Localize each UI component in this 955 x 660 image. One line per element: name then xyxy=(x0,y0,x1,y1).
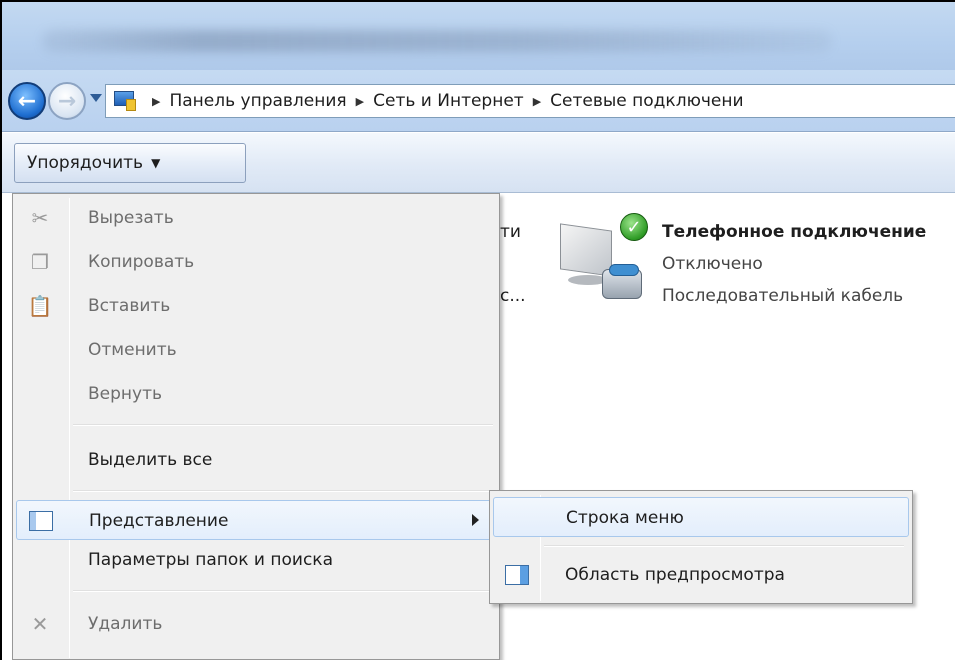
connection-device: Последовательный кабель xyxy=(662,286,904,306)
copy-icon: ❐ xyxy=(31,250,49,274)
organize-button[interactable]: Упорядочить ▼ xyxy=(14,143,246,183)
title-bar xyxy=(2,2,955,70)
menu-item-redo[interactable]: Вернуть xyxy=(16,374,496,414)
dropdown-arrow-icon: ▼ xyxy=(151,156,161,170)
connection-status: Отключено xyxy=(662,254,763,274)
window-title-blurred xyxy=(42,30,832,52)
menu-item-label: Выделить все xyxy=(88,450,213,470)
dialup-connection-icon[interactable]: ✓ xyxy=(554,211,654,311)
delete-icon: ✕ xyxy=(31,612,49,636)
menu-item-label: Копировать xyxy=(88,252,195,272)
menu-separator xyxy=(544,545,904,547)
menu-separator xyxy=(73,424,493,426)
partial-item-text: ти xyxy=(500,222,521,242)
menu-separator xyxy=(73,590,493,592)
forward-arrow-icon: → xyxy=(57,88,77,114)
menu-item-label: Удалить xyxy=(88,614,163,634)
breadcrumb-arrow-icon[interactable]: ▶ xyxy=(356,95,364,108)
menu-item-copy[interactable]: ❐ Копировать xyxy=(16,242,496,282)
scissors-icon: ✂ xyxy=(31,206,49,230)
breadcrumb-control-panel[interactable]: Панель управления xyxy=(169,91,346,111)
breadcrumb-network-connections[interactable]: Сетевые подключени xyxy=(550,91,743,111)
forward-button[interactable]: → xyxy=(48,82,86,120)
menu-item-label: Вернуть xyxy=(88,384,163,404)
menu-item-label: Представление xyxy=(89,511,229,531)
menu-separator xyxy=(73,490,493,492)
phone-icon xyxy=(602,264,642,299)
organize-label: Упорядочить xyxy=(27,153,144,173)
preview-pane-icon xyxy=(505,563,529,587)
menu-item-undo[interactable]: Отменить xyxy=(16,330,496,370)
menu-item-delete[interactable]: ✕ Удалить xyxy=(16,604,496,644)
organize-menu: ✂ Вырезать ❐ Копировать 📋 Вставить Отмен… xyxy=(12,193,500,660)
menu-item-select-all[interactable]: Выделить все xyxy=(16,440,496,480)
control-panel-icon xyxy=(112,89,138,113)
menu-item-label: Параметры папок и поиска xyxy=(88,550,333,570)
breadcrumb-network-internet[interactable]: Сеть и Интернет xyxy=(373,91,524,111)
submenu-item-preview-pane[interactable]: Область предпросмотра xyxy=(493,555,909,595)
checkmark-icon: ✓ xyxy=(620,213,648,241)
breadcrumb: ▶ Панель управления ▶ Сеть и Интернет ▶ … xyxy=(148,85,744,117)
navigation-bar: ← → ▶ Панель управления ▶ Сеть и Интерне… xyxy=(2,70,955,132)
menu-item-label: Вырезать xyxy=(88,208,174,228)
menu-item-cut[interactable]: ✂ Вырезать xyxy=(16,198,496,238)
recent-pages-dropdown[interactable] xyxy=(90,94,102,102)
menu-item-label: Область предпросмотра xyxy=(565,565,785,585)
breadcrumb-arrow-icon[interactable]: ▶ xyxy=(152,95,160,108)
address-bar[interactable]: ▶ Панель управления ▶ Сеть и Интернет ▶ … xyxy=(105,84,955,118)
menu-item-label: Вставить xyxy=(88,296,171,316)
breadcrumb-arrow-icon[interactable]: ▶ xyxy=(533,95,541,108)
connection-name[interactable]: Телефонное подключение xyxy=(662,222,926,242)
partial-item-text: с... xyxy=(500,286,526,306)
menu-item-label: Строка меню xyxy=(566,508,684,528)
back-arrow-icon: ← xyxy=(17,88,37,114)
command-bar: Упорядочить ▼ xyxy=(2,133,955,193)
menu-item-paste[interactable]: 📋 Вставить xyxy=(16,286,496,326)
menu-item-label: Отменить xyxy=(88,340,177,360)
submenu-item-menu-bar[interactable]: Строка меню xyxy=(493,497,909,537)
layout-submenu: Строка меню Область предпросмотра xyxy=(489,490,913,604)
back-button[interactable]: ← xyxy=(8,82,46,120)
submenu-arrow-icon xyxy=(472,514,479,526)
menu-item-layout[interactable]: Представление xyxy=(16,500,496,540)
paste-icon: 📋 xyxy=(27,294,53,318)
menu-item-folder-options[interactable]: Параметры папок и поиска xyxy=(16,540,496,580)
layout-icon xyxy=(29,509,53,533)
